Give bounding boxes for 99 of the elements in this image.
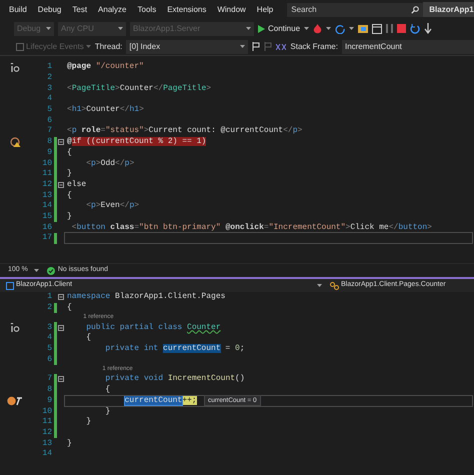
code-line: } [66,169,72,180]
line-number: 9 [46,394,52,407]
line-number: 6 [46,114,52,126]
code-line: { [66,148,72,158]
code-line: } [104,406,110,417]
menu-item[interactable]: Extensions [162,2,212,18]
line-number: 7 [46,373,52,386]
continue-button[interactable]: Continue [258,22,300,34]
refresh-icon[interactable] [335,24,346,34]
line-number: 8 [46,136,52,148]
line-number: 2 [46,72,52,84]
menu-item[interactable]: Build [4,2,32,18]
line-number: 9 [46,146,52,159]
line-number: 12 [41,426,52,439]
line-number: 1 [46,291,52,304]
project-icon [6,282,14,290]
class-icon [330,282,339,290]
solution-name: BlazorApp1 [423,2,474,17]
thread-label: Thread: [94,40,122,52]
thread-icon[interactable] [276,44,286,50]
line-number: 16 [41,222,52,234]
code-line: else [66,180,86,190]
code-line: { [104,385,110,396]
code-line: <p>Even</p> [85,201,140,212]
line-number: 6 [46,354,52,366]
menu-item[interactable]: Analyze [93,2,132,18]
window-icon[interactable] [372,24,382,34]
code-line: } [66,438,72,449]
stop-icon[interactable] [397,24,406,33]
line-number: 14 [41,448,52,460]
caret-icon [86,44,91,49]
folder-icon[interactable] [358,24,368,33]
line-number: 4 [46,332,52,344]
line-number: 13 [41,438,52,450]
stack-frame-field[interactable]: IncrementCount [342,40,474,54]
line-number: 17 [41,232,52,244]
code-line: namespace BlazorApp1.Client.Pages [66,292,226,302]
pause-icon[interactable] [386,24,394,33]
breakpoint-warning-icon[interactable] [10,137,20,148]
line-number: 13 [41,190,52,202]
code-line: { [66,190,72,201]
collapse-icon[interactable] [58,376,64,382]
code-line: } [66,212,72,222]
code-line: private int currentCount = 0; [104,344,245,354]
menu-item[interactable]: Window [212,2,251,18]
menu-item[interactable]: Debug [32,2,66,18]
code-line: <h1>Counter</h1> [66,105,144,116]
caret-icon [349,26,354,31]
collapse-icon[interactable] [58,182,64,188]
code-line: <p role="status">Current count: @currentCount</p> [66,126,302,136]
collapse-icon[interactable] [58,139,64,146]
line-number: 3 [46,82,52,94]
check-circle-icon [46,266,55,274]
line-number: 10 [41,158,52,170]
line-number: 1 [46,61,52,74]
line-number: 4 [46,93,52,106]
search-field[interactable]: Search [287,2,412,16]
code-line: private void IncrementCount() [104,374,245,384]
code-line: @if ((currentCount % 2) == 1) [66,137,206,148]
line-number: 11 [41,168,52,180]
code-line: public partial class Counter [85,322,221,333]
collapse-icon[interactable] [58,294,64,300]
caret-icon [304,26,310,31]
lifecycle-icon [16,42,24,50]
code-line: { [85,333,92,344]
line-number: 8 [46,384,52,396]
step-into-icon[interactable] [424,23,432,34]
line-number: 2 [46,302,52,314]
caret-icon [34,268,39,273]
code-line: } [85,417,92,428]
code-line: <PageTitle>Counter</PageTitle> [66,84,212,94]
menu-item[interactable]: Help [252,2,278,18]
code-line: @page "/counter" [66,62,144,72]
line-number: 3 [46,322,52,334]
menu-item[interactable]: Tools [132,2,162,18]
play-icon [258,24,265,32]
caret-icon [240,44,246,49]
code-line: { [66,303,72,314]
line-number: 14 [41,200,52,212]
caret-icon [46,26,51,31]
stack-frame-label: Stack Frame: [290,40,338,52]
line-number: 5 [46,104,52,116]
menu-item[interactable]: Test [67,2,92,18]
line-number: 15 [41,210,52,223]
thread-dropdown[interactable]: [0] Index [126,40,248,54]
collapse-icon[interactable] [58,324,64,331]
caret-icon [326,26,332,31]
line-number: 12 [41,178,52,191]
line-number: 7 [46,125,52,138]
line-number: 11 [41,416,52,428]
caret-icon [317,283,322,288]
caret-icon [118,26,123,31]
line-number: 5 [46,343,52,356]
restart-icon[interactable] [410,24,420,34]
code-line: <button class="btn btn-primary" @onclick="IncrementCount">Click me</button> [70,222,432,233]
line-number: 10 [41,406,52,418]
caret-icon [246,26,251,31]
code-line: <p>Odd</p> [85,158,134,169]
search-icon [411,6,420,14]
